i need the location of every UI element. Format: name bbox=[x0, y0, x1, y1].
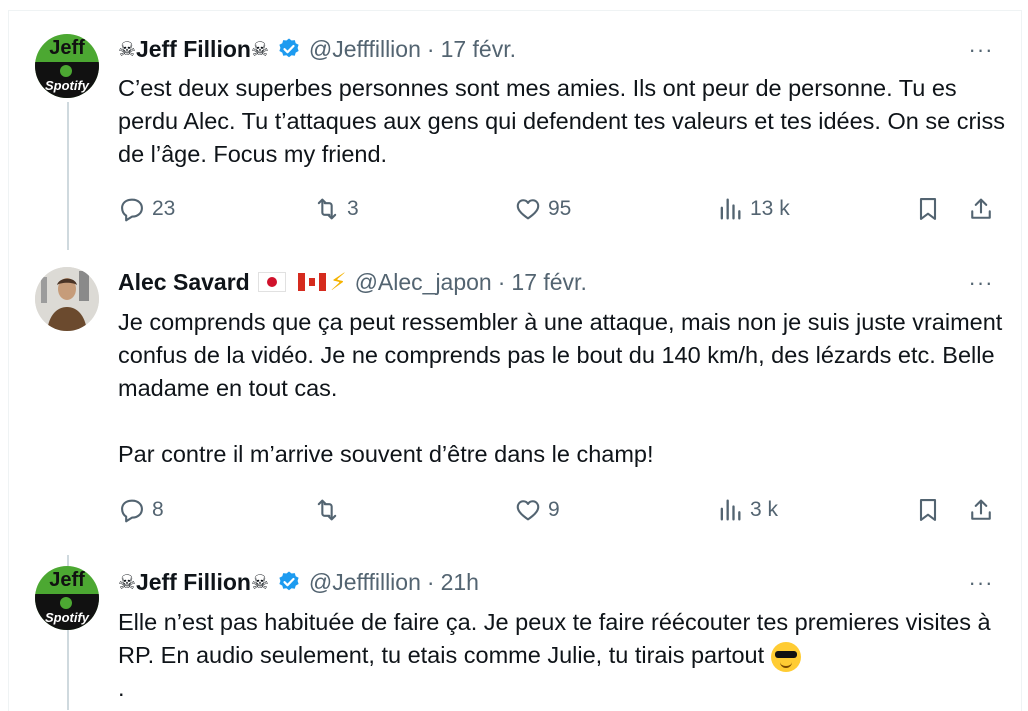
view-count: 13 k bbox=[750, 197, 790, 220]
canada-flag-icon bbox=[297, 273, 326, 291]
avatar[interactable] bbox=[35, 267, 99, 331]
bookmark-button[interactable] bbox=[914, 195, 942, 223]
retweet-button[interactable]: 3 bbox=[313, 195, 359, 223]
tweet-text: Je comprends que ça peut ressembler à un… bbox=[118, 309, 1003, 467]
avatar-brand: Spotify bbox=[44, 610, 90, 625]
avatar[interactable]: Jeff Spotify bbox=[35, 566, 99, 630]
heart-icon bbox=[516, 199, 540, 220]
avatar-text: Jeff bbox=[49, 569, 85, 591]
timestamp[interactable]: 21h bbox=[441, 569, 479, 596]
tweet-text-tail: . bbox=[118, 675, 125, 701]
reply-icon bbox=[121, 198, 143, 222]
reply-button[interactable]: 8 bbox=[118, 496, 164, 524]
verified-badge-icon bbox=[279, 38, 299, 58]
share-button[interactable] bbox=[967, 496, 995, 524]
tweet-text: Elle n’est pas habituée de faire ça. Je … bbox=[118, 606, 1008, 705]
avatar-text: Jeff bbox=[49, 37, 85, 59]
avatar[interactable]: Jeff Spotify bbox=[35, 34, 99, 98]
spotify-icon bbox=[60, 597, 72, 609]
person-photo-icon bbox=[35, 267, 99, 331]
author-name[interactable]: Jeff Fillion bbox=[136, 36, 251, 63]
retweet-button[interactable] bbox=[313, 496, 347, 524]
analytics-icon bbox=[720, 499, 741, 521]
author-handle[interactable]: @Jefffillion bbox=[309, 569, 421, 596]
views-button[interactable]: 3 k bbox=[716, 496, 778, 524]
reply-icon bbox=[121, 499, 143, 523]
more-options-button[interactable]: ··· bbox=[966, 39, 996, 61]
view-count: 3 k bbox=[750, 498, 779, 521]
more-options-button[interactable]: ··· bbox=[966, 572, 996, 594]
author-name[interactable]: Alec Savard bbox=[118, 269, 250, 296]
separator: · bbox=[426, 568, 435, 595]
author-handle[interactable]: @Jefffillion bbox=[309, 36, 421, 63]
lightning-icon: ⚡ bbox=[329, 268, 347, 296]
skull-crossbones-icon: ☠ bbox=[118, 38, 136, 61]
analytics-icon bbox=[720, 198, 741, 220]
retweet-icon bbox=[317, 499, 337, 521]
bookmark-button[interactable] bbox=[914, 496, 942, 524]
sunglasses-emoji-icon bbox=[770, 641, 801, 672]
tweet-actions: 8 9 3 k bbox=[0, 496, 1028, 528]
timestamp[interactable]: 17 févr. bbox=[441, 36, 516, 63]
separator: · bbox=[426, 35, 435, 62]
tweet-header: ☠ Jeff Fillion ☠ @Jefffillion · 17 févr. bbox=[118, 34, 516, 64]
share-button[interactable] bbox=[967, 195, 995, 223]
tweet-text-body: Elle n’est pas habituée de faire ça. Je … bbox=[118, 609, 998, 668]
tweet-actions: 23 3 95 13 k bbox=[0, 195, 1028, 227]
author-handle[interactable]: @Alec_japon bbox=[355, 269, 492, 296]
share-icon bbox=[971, 499, 991, 520]
avatar-brand: Spotify bbox=[44, 78, 90, 93]
separator: · bbox=[497, 268, 506, 295]
japan-flag-icon bbox=[257, 272, 286, 292]
skull-crossbones-icon: ☠ bbox=[250, 38, 269, 61]
retweet-icon bbox=[317, 198, 337, 220]
timestamp[interactable]: 17 févr. bbox=[511, 269, 586, 296]
tweet-header: Alec Savard ⚡ @Alec_japon · 17 févr. bbox=[118, 267, 587, 297]
tweet[interactable]: Alec Savard ⚡ @Alec_japon · 17 févr. ···… bbox=[0, 250, 1028, 550]
skull-crossbones-icon: ☠ bbox=[250, 571, 269, 594]
skull-crossbones-icon: ☠ bbox=[118, 571, 136, 594]
verified-badge-icon bbox=[279, 571, 299, 591]
views-button[interactable]: 13 k bbox=[716, 195, 790, 223]
heart-icon bbox=[516, 500, 540, 521]
spotify-icon bbox=[60, 65, 72, 77]
bookmark-icon bbox=[919, 499, 937, 521]
tweet-text: C’est deux superbes personnes sont mes a… bbox=[118, 75, 1012, 167]
like-count: 95 bbox=[548, 197, 572, 220]
bookmark-icon bbox=[919, 198, 937, 220]
share-icon bbox=[971, 198, 991, 219]
reply-count: 23 bbox=[152, 197, 176, 220]
like-button[interactable]: 95 bbox=[514, 195, 571, 223]
like-button[interactable]: 9 bbox=[514, 496, 560, 524]
tweet-header: ☠ Jeff Fillion ☠ @Jefffillion · 21h bbox=[118, 567, 479, 597]
tweet[interactable]: Jeff Spotify ☠ Jeff Fillion ☠ @Jefffilli… bbox=[0, 550, 1028, 710]
reply-button[interactable]: 23 bbox=[118, 195, 175, 223]
like-count: 9 bbox=[548, 498, 560, 521]
more-options-button[interactable]: ··· bbox=[966, 272, 996, 294]
retweet-count: 3 bbox=[347, 197, 359, 220]
reply-count: 8 bbox=[152, 498, 164, 521]
tweet[interactable]: Jeff Spotify ☠ Jeff Fillion ☠ @Jefffilli… bbox=[0, 0, 1028, 250]
author-name[interactable]: Jeff Fillion bbox=[136, 569, 251, 596]
